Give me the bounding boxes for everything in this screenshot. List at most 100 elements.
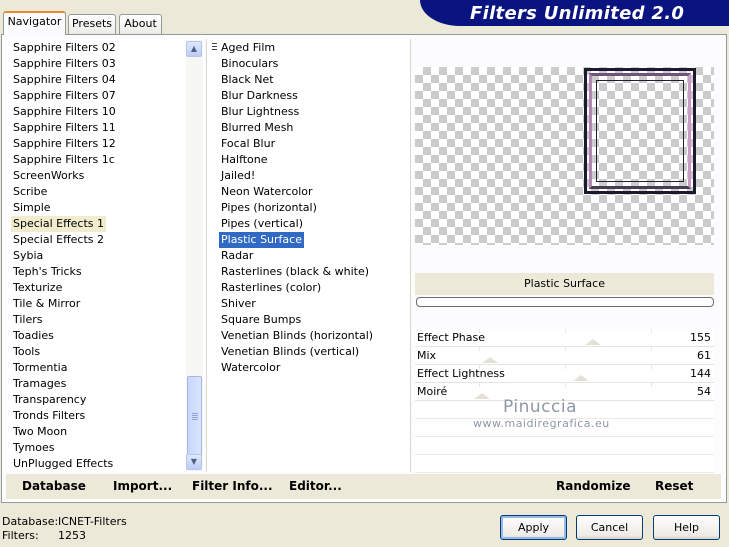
category-item[interactable]: Tile & Mirror xyxy=(11,296,82,312)
category-item[interactable]: Sapphire Filters 11 xyxy=(11,120,118,136)
filter-item[interactable]: Rasterlines (color) xyxy=(219,280,323,296)
category-item[interactable]: Sapphire Filters 10 xyxy=(11,104,118,120)
scroll-up-button[interactable]: ▲ xyxy=(186,41,202,57)
tab-about[interactable]: About xyxy=(119,14,162,34)
database-value: ICNET-Filters xyxy=(58,515,127,528)
category-item[interactable]: Tools xyxy=(11,344,42,360)
category-item[interactable]: Sapphire Filters 1c xyxy=(11,152,117,168)
category-item[interactable]: Tramages xyxy=(11,376,68,392)
database-button[interactable]: Database xyxy=(22,479,86,493)
tab-navigator[interactable]: Navigator xyxy=(3,11,66,35)
slider-marker[interactable] xyxy=(482,357,498,363)
category-item[interactable]: Sapphire Filters 07 xyxy=(11,88,118,104)
filter-item[interactable]: Jailed! xyxy=(219,168,257,184)
empty-slider-row xyxy=(415,437,714,455)
filter-item[interactable]: Rasterlines (black & white) xyxy=(219,264,371,280)
filters-count: 1253 xyxy=(58,529,86,542)
reset-button[interactable]: Reset xyxy=(655,479,693,493)
filter-item[interactable]: Focal Blur xyxy=(219,136,277,152)
database-label: Database: xyxy=(2,515,59,528)
slider-tick xyxy=(651,365,652,369)
slider-tick xyxy=(479,383,480,387)
help-button[interactable]: Help xyxy=(653,515,720,540)
tab-presets[interactable]: Presets xyxy=(68,14,116,34)
filter-item[interactable]: Pipes (vertical) xyxy=(219,216,305,232)
cancel-button[interactable]: Cancel xyxy=(576,515,643,540)
slider-value: 155 xyxy=(690,331,711,344)
category-item[interactable]: Tormentia xyxy=(11,360,69,376)
slider-value: 144 xyxy=(690,367,711,380)
filter-item[interactable]: Venetian Blinds (horizontal) xyxy=(219,328,375,344)
watermark-name: Pinuccia xyxy=(503,397,577,417)
filter-item[interactable]: Watercolor xyxy=(219,360,282,376)
category-item[interactable]: Tilers xyxy=(11,312,45,328)
filter-item[interactable]: Blurred Mesh xyxy=(219,120,295,136)
slider-value: 61 xyxy=(697,349,711,362)
category-item[interactable]: Tronds Filters xyxy=(11,408,87,424)
slider-tick xyxy=(565,383,566,387)
slider-row[interactable]: Effect Lightness 144 xyxy=(415,365,714,383)
filter-item[interactable]: Black Net xyxy=(219,72,276,88)
category-item[interactable]: Toadies xyxy=(11,328,56,344)
category-item[interactable]: Special Effects 1 xyxy=(11,216,107,232)
filter-item[interactable]: Halftone xyxy=(219,152,270,168)
slider-label: Moiré xyxy=(417,385,448,398)
drag-handle-icon xyxy=(212,43,217,52)
slider-tick xyxy=(479,365,480,369)
category-item[interactable]: Transparency xyxy=(11,392,88,408)
slider-label: Effect Lightness xyxy=(417,367,505,380)
filter-item[interactable]: Blur Lightness xyxy=(219,104,301,120)
slider-value: 54 xyxy=(697,385,711,398)
slider-label: Mix xyxy=(417,349,437,362)
category-item[interactable]: Teph's Tricks xyxy=(11,264,84,280)
slider-marker[interactable] xyxy=(585,339,601,345)
category-item[interactable]: Sybia xyxy=(11,248,45,264)
scroll-down-button[interactable]: ▼ xyxy=(186,454,202,470)
category-item[interactable]: Special Effects 2 xyxy=(11,232,106,248)
filter-item[interactable]: Venetian Blinds (vertical) xyxy=(219,344,361,360)
slider-marker[interactable] xyxy=(474,393,490,399)
category-item[interactable]: Sapphire Filters 03 xyxy=(11,56,118,72)
import-button[interactable]: Import... xyxy=(113,479,172,493)
slider-label: Effect Phase xyxy=(417,331,485,344)
category-item[interactable]: Texturize xyxy=(11,280,64,296)
editor-button[interactable]: Editor... xyxy=(289,479,342,493)
category-item[interactable]: ScreenWorks xyxy=(11,168,86,184)
filter-item[interactable]: Neon Watercolor xyxy=(219,184,315,200)
filter-item[interactable]: Blur Darkness xyxy=(219,88,300,104)
category-item[interactable]: Tymoes xyxy=(11,440,56,456)
slider-tick xyxy=(651,347,652,351)
apply-button[interactable]: Apply xyxy=(500,515,567,540)
preview-frame xyxy=(584,68,696,194)
filter-item[interactable]: Shiver xyxy=(219,296,258,312)
filter-info-button[interactable]: Filter Info... xyxy=(192,479,273,493)
slider-tick xyxy=(479,329,480,333)
slider-marker[interactable] xyxy=(573,375,589,381)
filter-item[interactable]: Aged Film xyxy=(219,40,277,56)
slider-tick xyxy=(565,347,566,351)
filter-item[interactable]: Radar xyxy=(219,248,255,264)
filter-item[interactable]: Pipes (horizontal) xyxy=(219,200,319,216)
filter-item[interactable]: Plastic Surface xyxy=(219,232,304,248)
category-item[interactable]: Two Moon xyxy=(11,424,69,440)
category-item[interactable]: Sapphire Filters 04 xyxy=(11,72,118,88)
scroll-thumb[interactable] xyxy=(187,376,202,458)
category-item[interactable]: Sapphire Filters 12 xyxy=(11,136,118,152)
slider-row[interactable]: Effect Phase 155 xyxy=(415,329,714,347)
category-scrollbar[interactable]: ▲ ▼ xyxy=(186,40,203,471)
slider-tick xyxy=(565,365,566,369)
slider-tick xyxy=(479,347,480,351)
filter-item[interactable]: Square Bumps xyxy=(219,312,303,328)
category-item[interactable]: Scribe xyxy=(11,184,49,200)
watermark-site: www.maidiregrafica.eu xyxy=(473,417,610,430)
filter-item[interactable]: Binoculars xyxy=(219,56,280,72)
slider-row[interactable]: Mix 61 xyxy=(415,347,714,365)
preview-frame-line xyxy=(596,80,684,182)
category-item[interactable]: Simple xyxy=(11,200,53,216)
randomize-button[interactable]: Randomize xyxy=(556,479,630,493)
category-item[interactable]: UnPlugged Effects xyxy=(11,456,115,472)
category-item[interactable]: Sapphire Filters 02 xyxy=(11,40,118,56)
empty-slider-row xyxy=(415,455,714,473)
preview-frame-inner xyxy=(589,73,691,189)
slider-tick xyxy=(651,383,652,387)
